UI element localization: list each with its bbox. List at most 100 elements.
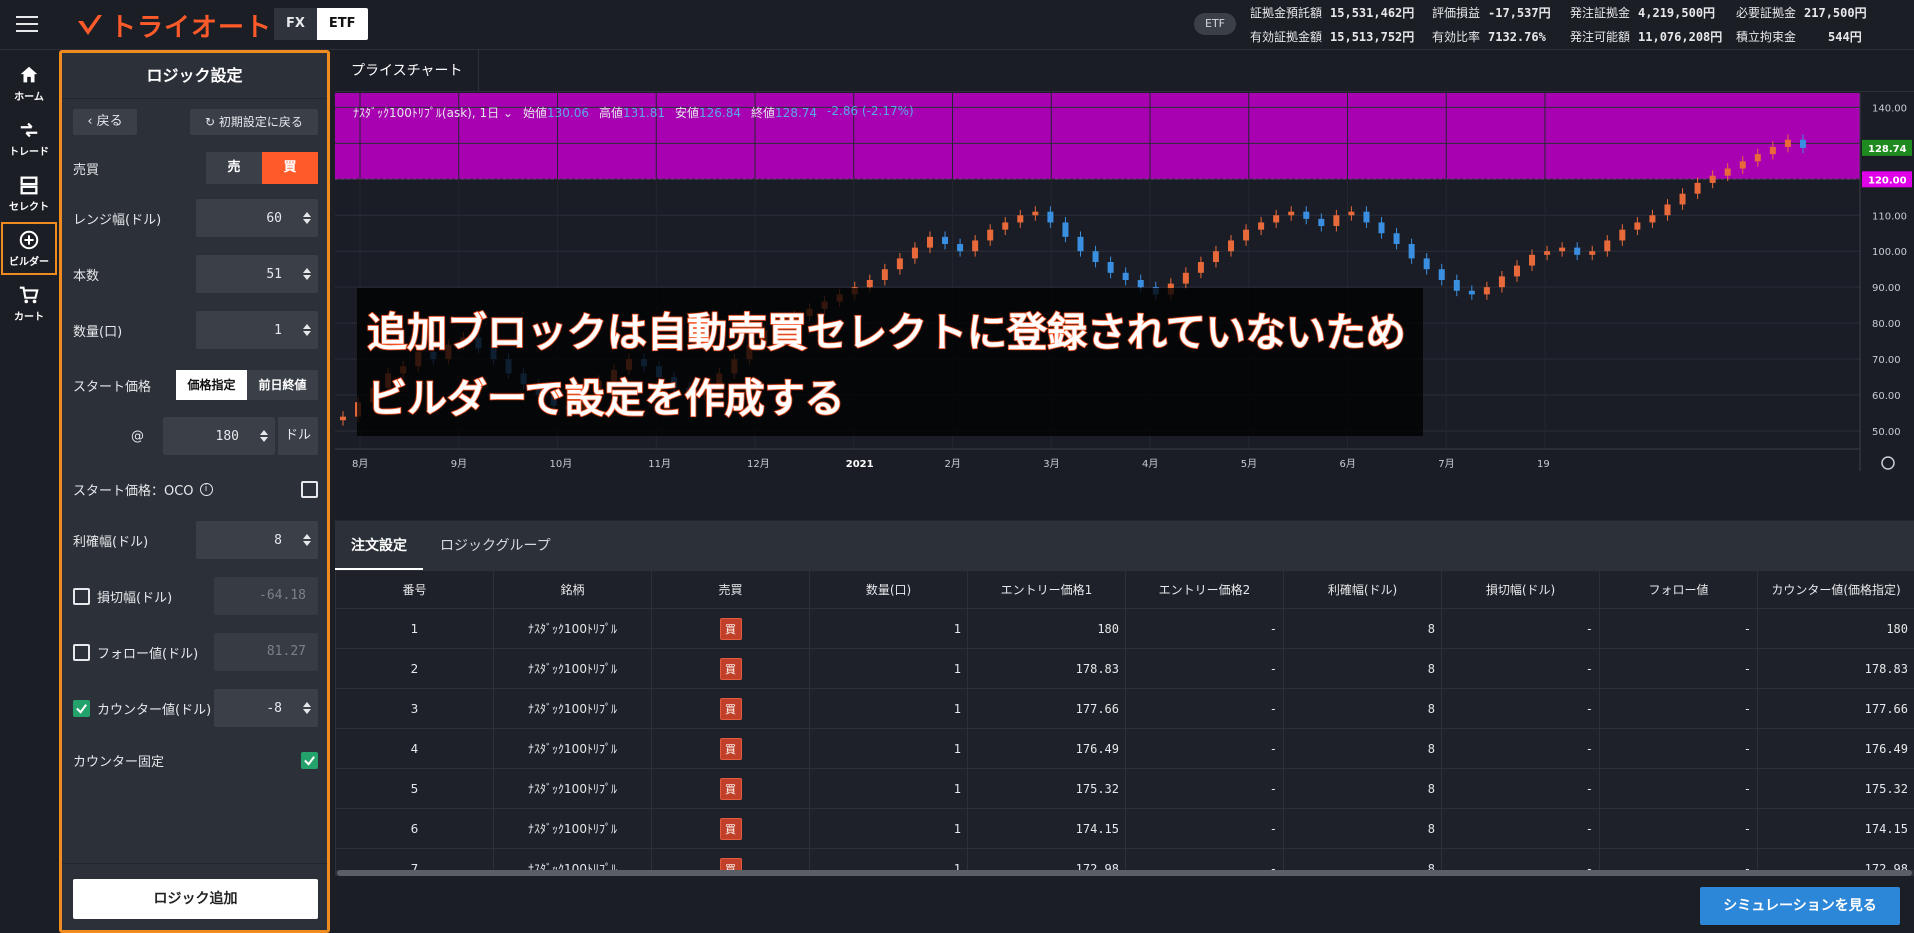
- stepper-arrows-icon[interactable]: [296, 689, 318, 727]
- qty-stepper[interactable]: 1: [196, 311, 318, 349]
- column-header: カウンター値(価格指定): [1757, 570, 1914, 609]
- table-cell: 177.66: [967, 688, 1126, 729]
- table-cell: -: [1441, 808, 1600, 849]
- table-cell: ﾅｽﾀﾞｯｸ100ﾄﾘﾌﾟﾙ: [493, 608, 652, 649]
- side-cell: 買: [651, 728, 810, 769]
- table-row[interactable]: 3 ﾅｽﾀﾞｯｸ100ﾄﾘﾌﾟﾙ買 1 177.66-8- -177.66: [335, 688, 1914, 729]
- table-cell: 8: [1283, 608, 1442, 649]
- table-cell: 4: [335, 728, 494, 769]
- start-value-row: @ 180 ドル: [73, 417, 318, 455]
- table-cell: -: [1125, 688, 1284, 729]
- side-cell: 買: [651, 688, 810, 729]
- count-row: 本数 51: [73, 255, 318, 293]
- candle-body: [1679, 193, 1686, 205]
- candle-body: [1574, 247, 1581, 255]
- candle-body: [1619, 229, 1626, 241]
- table-cell: -: [1599, 688, 1758, 729]
- candle-body: [1498, 276, 1505, 288]
- x-tick-label: 19: [1537, 459, 1550, 470]
- buy-badge: 買: [719, 737, 742, 760]
- check-icon: [76, 703, 87, 714]
- table-row[interactable]: 2 ﾅｽﾀﾞｯｸ100ﾄﾘﾌﾟﾙ買 1 178.83-8- -178.83: [335, 648, 1914, 689]
- reset-defaults-button[interactable]: ↻ 初期設定に戻る: [190, 109, 318, 135]
- home-icon: [20, 66, 38, 83]
- sell-option[interactable]: 売: [206, 152, 262, 184]
- stat-order-margin: 発注証拠金 4,219,500円: [1570, 6, 1716, 20]
- counter-fixed-checkbox[interactable]: [301, 751, 318, 769]
- candle-body: [1002, 222, 1009, 230]
- tab-price-chart[interactable]: プライスチャート: [335, 50, 480, 92]
- stepper-arrows-icon[interactable]: [296, 521, 318, 559]
- candle-body: [1348, 211, 1355, 216]
- table-row[interactable]: 5 ﾅｽﾀﾞｯｸ100ﾄﾘﾌﾟﾙ買 1 175.32-8- -175.32: [335, 768, 1914, 809]
- column-header: エントリー価格1: [967, 570, 1126, 609]
- info-icon[interactable]: i: [199, 482, 213, 496]
- nav-trade[interactable]: トレード: [0, 111, 58, 166]
- price-specify-option[interactable]: 価格指定: [176, 370, 247, 400]
- candle-body: [1182, 272, 1189, 284]
- candle-body: [1799, 139, 1806, 148]
- caption-line-2: ビルダーで設定を作成する: [366, 375, 845, 423]
- table-cell: 8: [1283, 768, 1442, 809]
- stat-pl: 評価損益 -17,537円: [1432, 6, 1551, 20]
- count-stepper[interactable]: 51: [196, 255, 318, 293]
- nav-home[interactable]: ホーム: [0, 56, 58, 111]
- stepper-arrows-icon[interactable]: [253, 417, 275, 455]
- menu-icon[interactable]: [16, 16, 38, 32]
- candle-body: [1604, 240, 1611, 252]
- buy-badge: 買: [719, 777, 742, 800]
- y-tick-label: 100.00: [1872, 247, 1907, 258]
- table-cell: 174.15: [967, 808, 1126, 849]
- table-cell: -: [1441, 648, 1600, 689]
- candle-body: [1453, 279, 1460, 291]
- nav-builder[interactable]: ビルダー: [0, 221, 58, 276]
- stepper-arrows-icon[interactable]: [296, 255, 318, 293]
- chart-tabbar: プライスチャート: [335, 50, 1914, 92]
- buy-option[interactable]: 買: [262, 152, 318, 184]
- candle-body: [1017, 215, 1024, 223]
- stepper-arrows-icon[interactable]: [296, 199, 318, 237]
- stoploss-field: -64.18: [214, 577, 318, 615]
- view-simulation-button[interactable]: シミュレーションを見る: [1700, 887, 1900, 925]
- start-price-stepper[interactable]: 180: [163, 417, 275, 455]
- nav-select[interactable]: セレクト: [0, 166, 58, 221]
- candle-body: [1363, 211, 1370, 223]
- candle-body: [1273, 215, 1280, 223]
- candle-body: [1047, 211, 1054, 223]
- last-price-tag: 128.74: [1868, 144, 1907, 155]
- add-logic-button[interactable]: ロジック追加: [73, 879, 318, 919]
- counter-checkbox[interactable]: [73, 699, 90, 717]
- counter-stepper[interactable]: -8: [214, 689, 318, 727]
- market-badge: ETF: [1194, 13, 1236, 35]
- table-row[interactable]: 4 ﾅｽﾀﾞｯｸ100ﾄﾘﾌﾟﾙ買 1 176.49-8- -176.49: [335, 728, 1914, 769]
- stepper-arrows-icon[interactable]: [296, 311, 318, 349]
- tab-fx[interactable]: FX: [274, 8, 317, 40]
- table-row[interactable]: 6 ﾅｽﾀﾞｯｸ100ﾄﾘﾌﾟﾙ買 1 174.15-8- -174.15: [335, 808, 1914, 849]
- follow-checkbox[interactable]: [73, 643, 90, 661]
- symbol-selector[interactable]: ﾅｽﾀﾞｯｸ100ﾄﾘﾌﾟﾙ(ask), 1日 ⌄: [353, 104, 513, 121]
- bottom-bar: シミュレーションを見る: [335, 876, 1914, 933]
- nav-cart[interactable]: カート: [0, 276, 58, 331]
- tab-logic-groups[interactable]: ロジックグループ: [424, 521, 567, 571]
- candle-body: [1513, 265, 1520, 277]
- x-tick-label: 2月: [945, 458, 961, 470]
- prev-close-option[interactable]: 前日終値: [247, 370, 318, 400]
- logo[interactable]: トライオート: [76, 8, 272, 42]
- table-cell: 1: [809, 808, 968, 849]
- follow-field: 81.27: [214, 633, 318, 671]
- buy-badge: 買: [719, 617, 742, 640]
- range-stepper[interactable]: 60: [196, 199, 318, 237]
- y-tick-label: 80.00: [1872, 319, 1901, 330]
- profit-stepper[interactable]: 8: [196, 521, 318, 559]
- table-row[interactable]: 1 ﾅｽﾀﾞｯｸ100ﾄﾘﾌﾟﾙ買 1 180-8- -180: [335, 608, 1914, 649]
- side-toggle: 売 買: [206, 152, 318, 184]
- back-button[interactable]: ‹ 戻る: [73, 109, 137, 135]
- counter-fixed-row: カウンター固定: [73, 741, 318, 779]
- y-tick-label: 140.00: [1872, 103, 1907, 114]
- table-cell: -: [1125, 608, 1284, 649]
- stoploss-checkbox[interactable]: [73, 587, 90, 605]
- tab-order-settings[interactable]: 注文設定: [335, 521, 423, 571]
- chevron-left-icon: ‹: [87, 114, 97, 129]
- oco-checkbox[interactable]: [301, 480, 318, 498]
- tab-etf[interactable]: ETF: [316, 8, 368, 40]
